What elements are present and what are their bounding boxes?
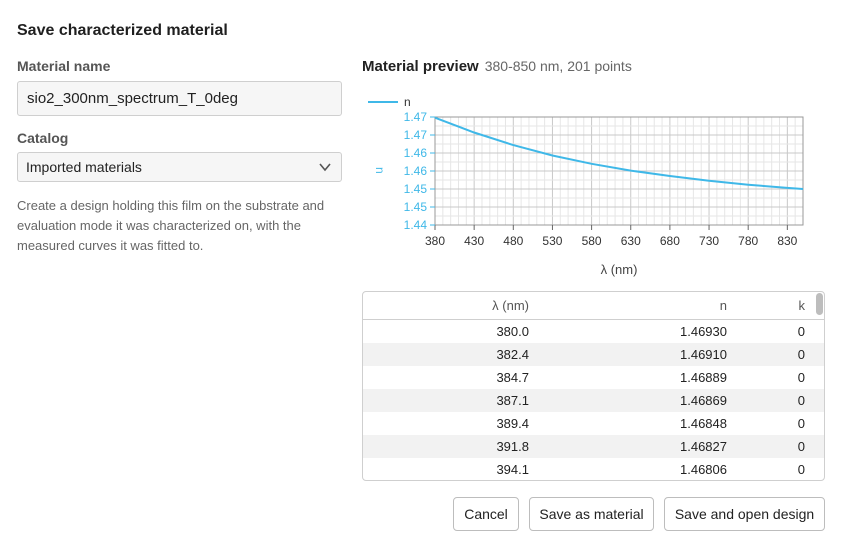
y-axis: 1.44 1.45 1.45 1.46 1.46 1.47 1.47 — [404, 110, 435, 232]
x-tick-label: 830 — [777, 234, 797, 248]
help-text: Create a design holding this film on the… — [17, 198, 325, 253]
material-name-label: Material name — [17, 58, 111, 74]
y-tick-label: 1.45 — [404, 182, 428, 196]
y-tick-label: 1.45 — [404, 200, 428, 214]
cancel-button[interactable]: Cancel — [453, 497, 519, 531]
x-tick-label: 630 — [621, 234, 641, 248]
save-and-open-design-button[interactable]: Save and open design — [664, 497, 825, 531]
x-tick-label: 580 — [582, 234, 602, 248]
y-tick-label: 1.46 — [404, 164, 428, 178]
cell-n: 1.46869 — [680, 393, 727, 408]
cell-n: 1.46910 — [680, 347, 727, 362]
table-row: 394.1 1.46806 0 — [363, 458, 824, 480]
cell-wavelength: 391.8 — [496, 439, 529, 454]
x-axis: 380 430 480 530 580 630 680 730 780 830 — [425, 225, 798, 248]
column-header-k: k — [798, 298, 806, 313]
cell-wavelength: 380.0 — [496, 324, 529, 339]
catalog-label: Catalog — [17, 130, 69, 146]
x-tick-label: 680 — [660, 234, 680, 248]
preview-title: Material preview 380-850 nm, 201 points — [362, 58, 632, 75]
dialog-title: Save characterized material — [17, 22, 228, 39]
catalog-select[interactable]: Imported materials — [17, 152, 342, 182]
cell-n: 1.46806 — [680, 462, 727, 477]
cell-k: 0 — [797, 347, 805, 362]
cell-k: 0 — [797, 393, 805, 408]
x-tick-label: 780 — [738, 234, 758, 248]
preview-subtitle: 380-850 nm, 201 points — [484, 58, 632, 74]
chevron-down-icon — [319, 163, 331, 172]
cell-n: 1.46889 — [680, 370, 727, 385]
cell-k: 0 — [797, 370, 805, 385]
table-row: 391.8 1.46827 0 — [363, 435, 824, 458]
cell-wavelength: 389.4 — [496, 416, 529, 431]
cell-wavelength: 382.4 — [496, 347, 529, 362]
column-header-wavelength: λ (nm) — [492, 298, 529, 313]
cell-wavelength: 384.7 — [496, 370, 529, 385]
save-as-material-button[interactable]: Save as material — [529, 497, 654, 531]
x-tick-label: 480 — [503, 234, 523, 248]
cell-k: 0 — [797, 416, 805, 431]
y-axis-label: n — [373, 167, 387, 174]
catalog-select-value: Imported materials — [26, 159, 142, 175]
table-row: 387.1 1.46869 0 — [363, 389, 824, 412]
x-tick-label: 380 — [425, 234, 445, 248]
y-tick-label: 1.47 — [404, 110, 428, 124]
x-tick-label: 730 — [699, 234, 719, 248]
cell-k: 0 — [797, 439, 805, 454]
refractive-index-chart: 380 430 480 530 580 630 680 730 780 830 1.441.451… — [368, 95, 804, 277]
material-name-input[interactable] — [17, 81, 342, 116]
preview-title-text: Material preview — [362, 58, 479, 75]
x-tick-label: 530 — [542, 234, 562, 248]
cell-n: 1.46848 — [680, 416, 727, 431]
table-header: λ (nm) n k — [363, 292, 824, 320]
table-row: 382.4 1.46910 0 — [363, 343, 824, 366]
y-tick-label: 1.46 — [404, 146, 428, 160]
table-row: 384.7 1.46889 0 — [363, 366, 824, 389]
y-tick-label: 1.47 — [404, 128, 428, 142]
x-tick-label: 430 — [464, 234, 484, 248]
table-row: 380.0 1.46930 0 — [363, 320, 824, 343]
y-tick-label: 1.44 — [404, 218, 428, 232]
column-header-n: n — [719, 298, 727, 313]
material-data-table[interactable]: λ (nm) n k 380.0 1.46930 0 382.4 1.46910… — [362, 291, 825, 481]
table-row: 389.4 1.46848 0 — [363, 412, 824, 435]
cell-k: 0 — [797, 462, 805, 477]
cell-wavelength: 387.1 — [496, 393, 529, 408]
cell-wavelength: 394.1 — [496, 462, 529, 477]
chart-grid — [434, 116, 804, 226]
x-axis-label: λ (nm) — [601, 262, 638, 277]
cell-n: 1.46930 — [680, 324, 727, 339]
legend-label: n — [404, 95, 411, 109]
table-scrollbar[interactable] — [816, 293, 823, 315]
cell-n: 1.46827 — [680, 439, 727, 454]
cell-k: 0 — [797, 324, 805, 339]
